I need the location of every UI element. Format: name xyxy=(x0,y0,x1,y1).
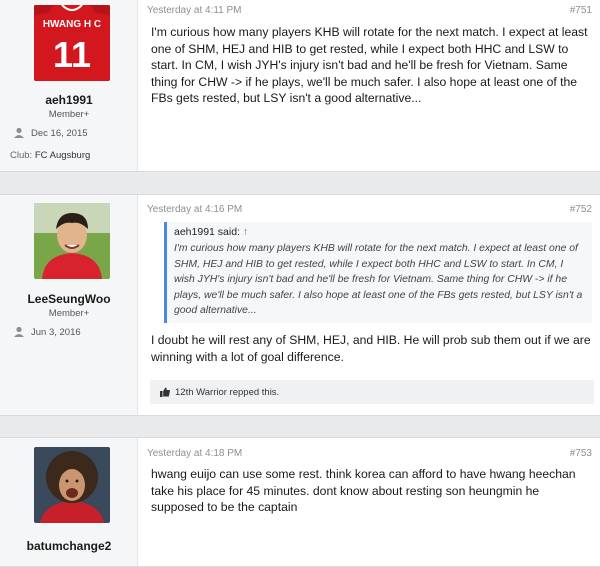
jersey-number-text: 11 xyxy=(53,34,91,75)
post-body: hwang euijo can use some rest. think kor… xyxy=(151,467,576,514)
username[interactable]: aeh1991 xyxy=(0,93,138,107)
quote-text: I'm curious how many players KHB will ro… xyxy=(174,243,583,317)
join-date-value: Jun 3, 2016 xyxy=(31,326,81,338)
post-date[interactable]: Yesterday at 4:16 PM xyxy=(147,204,242,215)
post-752: LeeSeungWoo Member+ Jun 3, 2016 Yesterda… xyxy=(0,194,600,416)
post-body: I doubt he will rest any of SHM, HEJ, an… xyxy=(151,333,591,364)
user-title: Member+ xyxy=(48,109,90,120)
post-date[interactable]: Yesterday at 4:11 PM xyxy=(147,5,242,16)
username[interactable]: batumchange2 xyxy=(0,539,138,553)
join-date-value: Dec 16, 2015 xyxy=(31,127,88,139)
post-751: HWANG H C 11 aeh1991 Member+ Dec 16, 201… xyxy=(0,0,600,172)
post-753: batumchange2 Yesterday at 4:18 PM #753 h… xyxy=(0,437,600,567)
likes-text[interactable]: 12th Warrior repped this. xyxy=(175,387,279,398)
post-user-info: LeeSeungWoo Member+ Jun 3, 2016 xyxy=(0,195,138,415)
quote-author[interactable]: aeh1991 said: xyxy=(174,226,240,238)
user-icon xyxy=(14,127,24,138)
post-body: I'm curious how many players KHB will ro… xyxy=(151,25,588,105)
post-user-info: batumchange2 xyxy=(0,438,138,566)
username[interactable]: LeeSeungWoo xyxy=(0,292,138,306)
avatar[interactable] xyxy=(34,447,110,523)
post-number[interactable]: #751 xyxy=(570,5,592,16)
likes-bar: 12th Warrior repped this. xyxy=(150,380,594,404)
jump-to-quote-icon[interactable]: ↑ xyxy=(243,226,248,238)
post-number[interactable]: #752 xyxy=(570,204,592,215)
post-date[interactable]: Yesterday at 4:18 PM xyxy=(147,448,242,459)
quote-header: aeh1991 said: ↑ xyxy=(174,226,584,238)
avatar[interactable] xyxy=(34,203,110,279)
club-info: Club: FC Augsburg xyxy=(10,150,90,161)
player-avatar-image xyxy=(34,203,110,279)
club-value: FC Augsburg xyxy=(34,150,91,161)
post-number[interactable]: #753 xyxy=(570,448,592,459)
post-user-info: HWANG H C 11 aeh1991 Member+ Dec 16, 201… xyxy=(0,0,138,171)
jersey-name-text: HWANG H C xyxy=(43,19,101,30)
club-label: Club: xyxy=(10,150,33,161)
user-title: Member+ xyxy=(48,308,90,319)
thumbs-up-icon xyxy=(160,387,170,397)
jersey-avatar-image: HWANG H C 11 xyxy=(34,5,110,81)
quote-block: aeh1991 said: ↑ I'm curious how many pla… xyxy=(164,222,592,323)
join-date: Jun 3, 2016 xyxy=(13,326,81,338)
join-date: Dec 16, 2015 xyxy=(13,127,88,139)
avatar[interactable]: HWANG H C 11 xyxy=(34,5,110,81)
player-avatar-image xyxy=(34,447,110,523)
user-icon xyxy=(14,326,24,337)
